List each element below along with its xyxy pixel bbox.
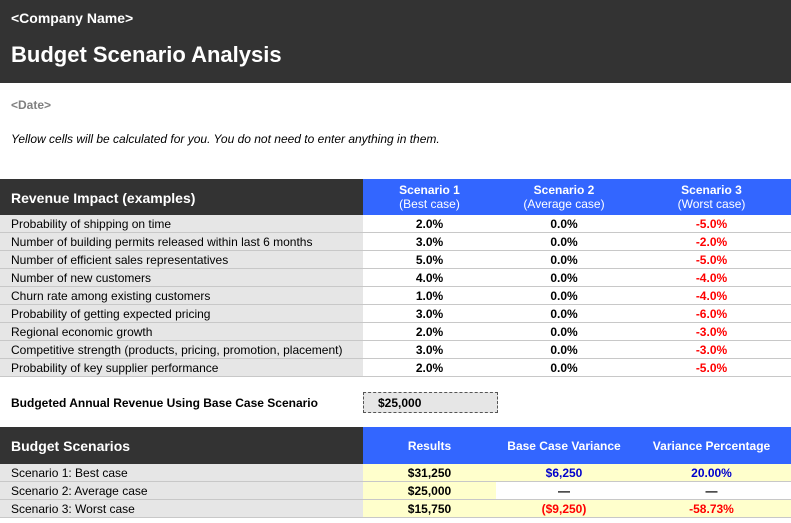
scenario-2-title: Scenario 2 xyxy=(533,183,595,197)
header-band: <Company Name> Budget Scenario Analysis xyxy=(0,0,791,83)
scenario-label[interactable]: Scenario 2: Average case xyxy=(0,482,363,499)
variance-cell[interactable]: $6,250 xyxy=(496,464,632,481)
scenario-1-cell[interactable]: 4.0% xyxy=(363,269,496,286)
scenario-2-cell[interactable]: 0.0% xyxy=(496,233,632,250)
factor-label[interactable]: Regional economic growth xyxy=(0,323,363,340)
factor-label[interactable]: Probability of key supplier performance xyxy=(0,359,363,376)
scenario-1-cell[interactable]: 2.0% xyxy=(363,323,496,340)
variance-percentage-cell[interactable]: 20.00% xyxy=(632,464,791,481)
scenario-2-subtitle: (Average case) xyxy=(523,197,605,211)
variance-column-header: Base Case Variance xyxy=(496,427,632,464)
date-field[interactable]: <Date> xyxy=(11,98,51,112)
scenario-3-cell[interactable]: -4.0% xyxy=(632,269,791,286)
scenario-3-header: Scenario 3 (Worst case) xyxy=(632,179,791,215)
revenue-impact-header: Revenue Impact (examples) Scenario 1 (Be… xyxy=(0,179,791,215)
variance-cell[interactable]: ($9,250) xyxy=(496,500,632,517)
results-cell[interactable]: $31,250 xyxy=(363,464,496,481)
variance-percentage-cell[interactable]: — xyxy=(632,482,791,499)
table-row: Number of efficient sales representative… xyxy=(0,251,791,269)
scenario-1-cell[interactable]: 5.0% xyxy=(363,251,496,268)
scenario-3-cell[interactable]: -3.0% xyxy=(632,341,791,358)
variance-percentage-cell[interactable]: -58.73% xyxy=(632,500,791,517)
table-row: Churn rate among existing customers 1.0%… xyxy=(0,287,791,305)
table-row: Number of building permits released with… xyxy=(0,233,791,251)
scenario-1-cell[interactable]: 3.0% xyxy=(363,233,496,250)
page-title[interactable]: Budget Scenario Analysis xyxy=(11,42,282,68)
table-row: Scenario 1: Best case $31,250 $6,250 20.… xyxy=(0,464,791,482)
scenario-1-cell[interactable]: 2.0% xyxy=(363,359,496,376)
scenario-3-cell[interactable]: -5.0% xyxy=(632,359,791,376)
table-row: Scenario 2: Average case $25,000 — — xyxy=(0,482,791,500)
factor-label[interactable]: Churn rate among existing customers xyxy=(0,287,363,304)
scenario-3-cell[interactable]: -6.0% xyxy=(632,305,791,322)
instruction-note: Yellow cells will be calculated for you.… xyxy=(11,132,440,146)
table-row: Probability of getting expected pricing … xyxy=(0,305,791,323)
table-row: Scenario 3: Worst case $15,750 ($9,250) … xyxy=(0,500,791,518)
scenario-label[interactable]: Scenario 1: Best case xyxy=(0,464,363,481)
budget-scenarios-rows: Scenario 1: Best case $31,250 $6,250 20.… xyxy=(0,464,791,518)
factor-label[interactable]: Competitive strength (products, pricing,… xyxy=(0,341,363,358)
scenario-3-cell[interactable]: -2.0% xyxy=(632,233,791,250)
factor-label[interactable]: Number of efficient sales representative… xyxy=(0,251,363,268)
table-row: Probability of key supplier performance … xyxy=(0,359,791,377)
factor-label[interactable]: Probability of getting expected pricing xyxy=(0,305,363,322)
scenario-3-title: Scenario 3 xyxy=(681,183,742,197)
scenario-3-cell[interactable]: -5.0% xyxy=(632,251,791,268)
scenario-1-cell[interactable]: 1.0% xyxy=(363,287,496,304)
base-revenue-input[interactable]: $25,000 xyxy=(363,392,498,413)
scenario-3-cell[interactable]: -5.0% xyxy=(632,215,791,232)
scenario-label[interactable]: Scenario 3: Worst case xyxy=(0,500,363,517)
scenario-2-cell[interactable]: 0.0% xyxy=(496,341,632,358)
scenario-2-cell[interactable]: 0.0% xyxy=(496,269,632,286)
table-row: Probability of shipping on time 2.0% 0.0… xyxy=(0,215,791,233)
revenue-impact-heading: Revenue Impact (examples) xyxy=(0,179,363,215)
scenario-1-cell[interactable]: 2.0% xyxy=(363,215,496,232)
variance-cell[interactable]: — xyxy=(496,482,632,499)
scenario-1-cell[interactable]: 3.0% xyxy=(363,341,496,358)
base-revenue-label: Budgeted Annual Revenue Using Base Case … xyxy=(11,396,318,410)
results-cell[interactable]: $25,000 xyxy=(363,482,496,499)
scenario-1-header: Scenario 1 (Best case) xyxy=(363,179,496,215)
factor-label[interactable]: Probability of shipping on time xyxy=(0,215,363,232)
scenario-3-subtitle: (Worst case) xyxy=(677,197,746,211)
scenario-2-cell[interactable]: 0.0% xyxy=(496,251,632,268)
results-column-header: Results xyxy=(363,427,496,464)
company-name[interactable]: <Company Name> xyxy=(11,10,133,26)
factor-label[interactable]: Number of new customers xyxy=(0,269,363,286)
table-row: Number of new customers 4.0% 0.0% -4.0% xyxy=(0,269,791,287)
budget-scenarios-heading: Budget Scenarios xyxy=(0,427,363,464)
factor-label[interactable]: Number of building permits released with… xyxy=(0,233,363,250)
results-cell[interactable]: $15,750 xyxy=(363,500,496,517)
scenario-1-title: Scenario 1 xyxy=(399,183,460,197)
variance-percentage-column-header: Variance Percentage xyxy=(632,427,791,464)
scenario-2-cell[interactable]: 0.0% xyxy=(496,305,632,322)
table-row: Competitive strength (products, pricing,… xyxy=(0,341,791,359)
scenario-2-header: Scenario 2 (Average case) xyxy=(496,179,632,215)
scenario-2-cell[interactable]: 0.0% xyxy=(496,323,632,340)
scenario-1-subtitle: (Best case) xyxy=(399,197,460,211)
budget-scenarios-header: Budget Scenarios Results Base Case Varia… xyxy=(0,427,791,464)
revenue-impact-rows: Probability of shipping on time 2.0% 0.0… xyxy=(0,215,791,377)
scenario-1-cell[interactable]: 3.0% xyxy=(363,305,496,322)
scenario-2-cell[interactable]: 0.0% xyxy=(496,359,632,376)
scenario-3-cell[interactable]: -3.0% xyxy=(632,323,791,340)
scenario-3-cell[interactable]: -4.0% xyxy=(632,287,791,304)
table-row: Regional economic growth 2.0% 0.0% -3.0% xyxy=(0,323,791,341)
scenario-2-cell[interactable]: 0.0% xyxy=(496,215,632,232)
scenario-2-cell[interactable]: 0.0% xyxy=(496,287,632,304)
